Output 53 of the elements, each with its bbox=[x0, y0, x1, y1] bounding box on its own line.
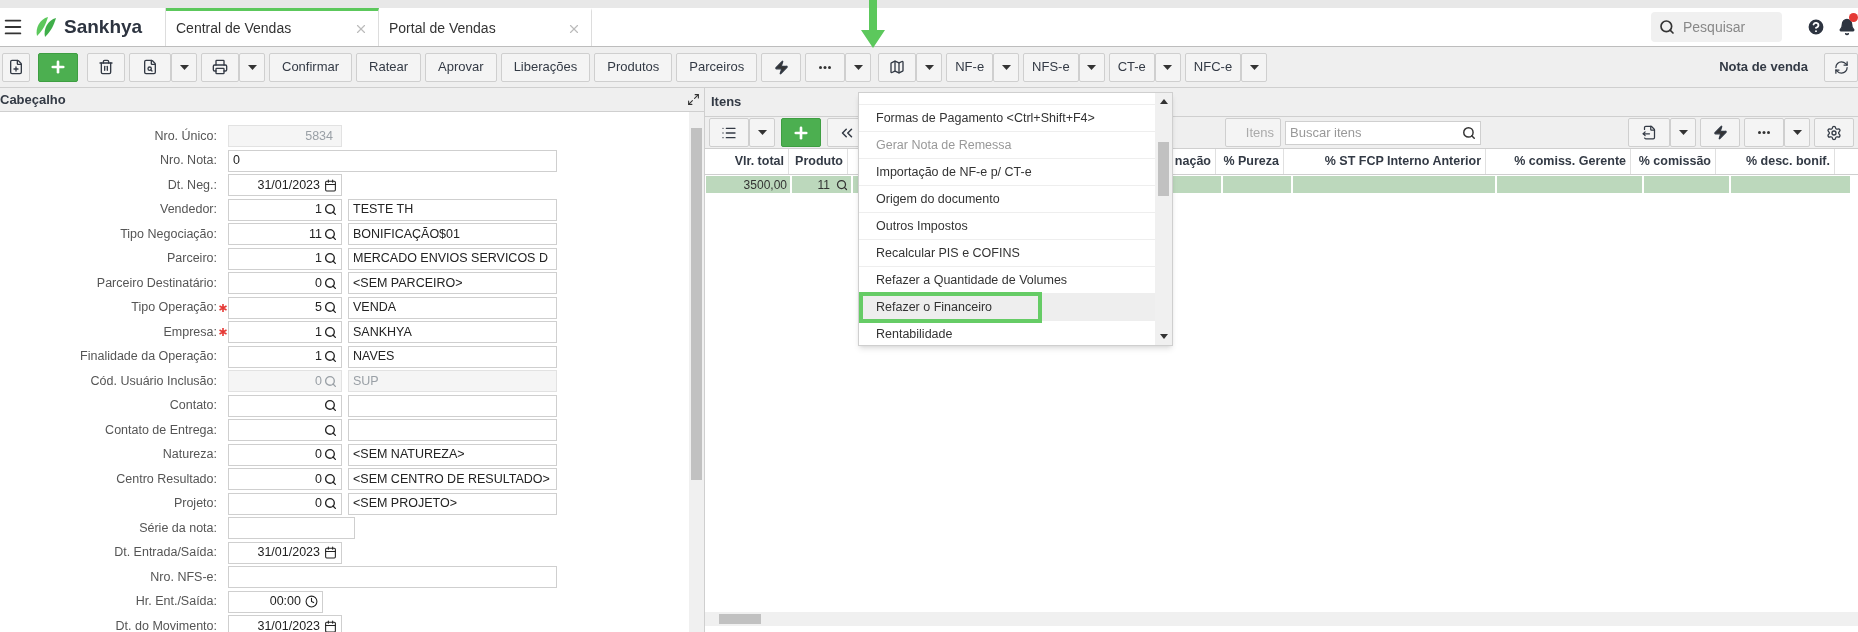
panel-title: Itens bbox=[711, 93, 742, 112]
field-label: Cód. Usuário Inclusão: bbox=[89, 372, 217, 390]
description-field: VENDA bbox=[348, 296, 557, 319]
date-value: 31/01/2023 bbox=[257, 617, 320, 632]
brand-name: Sankhya bbox=[64, 14, 143, 39]
date-value: 31/01/2023 bbox=[257, 176, 320, 194]
field-label: Nro. NFS-e: bbox=[149, 568, 217, 586]
field-label: Centro Resultado: bbox=[115, 470, 217, 488]
code-value: 1 bbox=[315, 201, 322, 219]
field-label: Contato de Entrega: bbox=[104, 421, 217, 439]
code-value: 1 bbox=[315, 250, 322, 268]
description-field: <SEM NATUREZA> bbox=[348, 443, 557, 466]
field-label: Projeto: bbox=[172, 495, 217, 513]
code-value: 0 bbox=[315, 372, 322, 390]
code-value: 5 bbox=[315, 299, 322, 317]
field-label: Vendedor: bbox=[159, 201, 217, 219]
screen-title: Nota de venda bbox=[1719, 58, 1808, 77]
date-value: 31/01/2023 bbox=[257, 544, 320, 562]
code-value: 0 bbox=[315, 495, 322, 513]
field-label: Hr. Ent./Saída: bbox=[134, 593, 217, 611]
cell-value: 3500,00 bbox=[743, 176, 787, 194]
code-value: 11 bbox=[309, 225, 322, 243]
panel-title: Cabeçalho bbox=[0, 90, 66, 109]
field-label: Nro. Único: bbox=[153, 127, 217, 145]
description-field: <SEM CENTRO DE RESULTADO> bbox=[348, 468, 557, 491]
code-value: 0 bbox=[315, 446, 322, 464]
cell-value: 11 bbox=[817, 176, 830, 194]
field-label: Série da nota: bbox=[138, 519, 217, 537]
description-field: TESTE TH bbox=[348, 198, 557, 221]
field-label: Dt. Neg.: bbox=[166, 176, 217, 194]
description-field: <SEM PARCEIRO> bbox=[348, 272, 557, 295]
field-label: Dt. Entrada/Saída: bbox=[113, 544, 217, 562]
field-label: Tipo Operação: bbox=[130, 299, 217, 317]
description-field: NAVES bbox=[348, 345, 557, 368]
time-value: 00:00 bbox=[269, 593, 301, 611]
field-label: Finalidade da Operação: bbox=[79, 348, 217, 366]
field-label: Dt. do Movimento: bbox=[114, 617, 217, 632]
field-label: Natureza: bbox=[161, 446, 217, 464]
field-label: Tipo Negociação: bbox=[119, 225, 217, 243]
field-label: Parceiro Destinatário: bbox=[95, 274, 217, 292]
description-field: SUP bbox=[348, 370, 557, 393]
description-field: BONIFICAÇÃO$01 bbox=[348, 223, 557, 246]
code-value: 1 bbox=[315, 323, 322, 341]
code-value: 0 bbox=[315, 274, 322, 292]
code-value: 1 bbox=[315, 348, 322, 366]
description-field: <SEM PROJETO> bbox=[348, 492, 557, 515]
code-value: 0 bbox=[315, 470, 322, 488]
field-label: Parceiro: bbox=[165, 250, 217, 268]
field-label: Contato: bbox=[168, 397, 217, 415]
description-field: SANKHYA bbox=[348, 321, 557, 344]
description-field: MERCADO ENVIOS SERVICOS D bbox=[348, 247, 557, 270]
field-label: Nro. Nota: bbox=[159, 152, 217, 170]
field-label: Empresa: bbox=[162, 323, 217, 341]
